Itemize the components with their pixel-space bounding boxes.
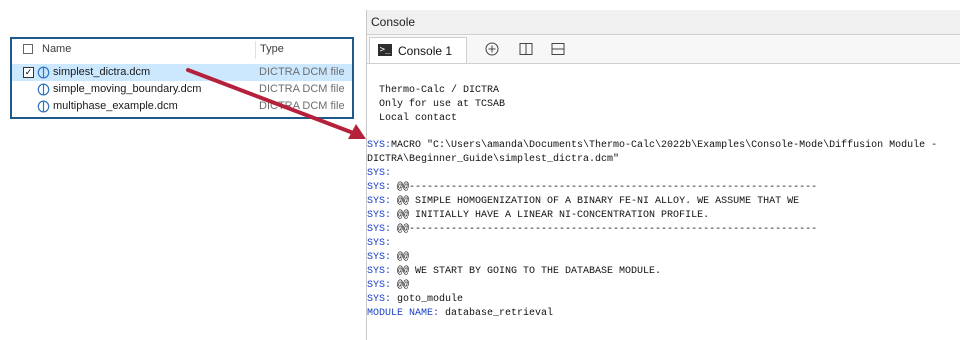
console-tab-bar: >_ Console 1 <box>367 35 960 64</box>
line-text: @@--------------------------------------… <box>391 182 818 193</box>
console-title-bar: Console <box>367 10 960 35</box>
sys-prefix: SYS: <box>367 182 392 193</box>
sys-prefix: SYS: <box>367 280 392 291</box>
console-line: SYS: @@ <box>367 279 409 292</box>
console-line: SYS: @@ WE START BY GOING TO THE DATABAS… <box>367 265 661 278</box>
line-text: @@ SIMPLE HOMOGENIZATION OF A BINARY FE-… <box>391 196 800 207</box>
console-line: SYS: goto_module <box>367 293 463 306</box>
file-row-simple-moving-boundary[interactable]: simple_moving_boundary.dcm DICTRA DCM fi… <box>12 81 352 98</box>
column-header-name[interactable]: Name <box>42 43 71 55</box>
file-type: DICTRA DCM file <box>259 66 345 78</box>
file-explorer: Name Type ✓ simplest_dictra.dcm DICTRA D… <box>10 37 354 119</box>
console-line: SYS: <box>367 237 391 250</box>
console-line: DICTRA\Beginner_Guide\simplest_dictra.dc… <box>367 153 619 166</box>
select-all-checkbox[interactable] <box>23 44 33 54</box>
sys-prefix: SYS: <box>367 196 392 207</box>
file-name: multiphase_example.dcm <box>53 100 178 112</box>
sys-prefix: SYS: <box>367 294 392 305</box>
file-checkbox[interactable]: ✓ <box>23 67 34 78</box>
explorer-header: Name Type <box>12 39 352 61</box>
console-line: SYS: @@ INITIALLY HAVE A LINEAR NI-CONCE… <box>367 209 709 222</box>
dcm-file-icon <box>37 83 50 96</box>
console-line: SYS: @@ <box>367 251 409 264</box>
line-text: @@ INITIALLY HAVE A LINEAR NI-CONCENTRAT… <box>391 210 710 221</box>
console-line: SYS:MACRO "C:\Users\amanda\Documents\The… <box>367 139 937 152</box>
module-name-prefix: MODULE NAME: <box>367 308 440 319</box>
file-row-multiphase-example[interactable]: multiphase_example.dcm DICTRA DCM file <box>12 98 352 115</box>
banner-line: Thermo-Calc / DICTRA <box>379 85 500 96</box>
file-type: DICTRA DCM file <box>259 83 345 95</box>
console-output[interactable]: Thermo-Calc / DICTRA Only for use at TCS… <box>367 64 960 340</box>
tab-label: Console 1 <box>398 44 453 58</box>
dcm-file-icon <box>37 100 50 113</box>
tab-console-1[interactable]: >_ Console 1 <box>369 37 467 63</box>
sys-prefix: SYS: <box>367 168 392 179</box>
line-text: database_retrieval <box>439 308 554 319</box>
line-text: goto_module <box>391 294 464 305</box>
split-horizontal-icon[interactable] <box>551 42 565 56</box>
console-line: SYS: @@---------------------------------… <box>367 181 817 194</box>
line-text: @@ WE START BY GOING TO THE DATABASE MOD… <box>391 266 662 277</box>
line-text: MACRO "C:\Users\amanda\Documents\Thermo-… <box>391 140 938 151</box>
line-text: DICTRA\Beginner_Guide\simplest_dictra.dc… <box>367 154 620 165</box>
console-line: SYS: <box>367 167 391 180</box>
sys-prefix: SYS: <box>367 238 392 249</box>
file-name: simple_moving_boundary.dcm <box>53 83 202 95</box>
console-window: Console >_ Console 1 Thermo-Calc / DICTR… <box>366 10 960 340</box>
column-header-type[interactable]: Type <box>260 43 284 55</box>
dcm-file-icon <box>37 66 50 79</box>
split-vertical-icon[interactable] <box>519 42 533 56</box>
file-name: simplest_dictra.dcm <box>53 66 151 78</box>
console-line: MODULE NAME: database_retrieval <box>367 307 553 320</box>
sys-prefix: SYS: <box>367 210 392 221</box>
sys-prefix: SYS: <box>367 266 392 277</box>
banner-line: Only for use at TCSAB <box>379 99 506 110</box>
console-line: SYS: @@ SIMPLE HOMOGENIZATION OF A BINAR… <box>367 195 799 208</box>
console-line: SYS: @@---------------------------------… <box>367 223 817 236</box>
sys-prefix: SYS: <box>367 252 392 263</box>
line-text: @@ <box>391 280 410 291</box>
line-text: @@ <box>391 252 410 263</box>
terminal-icon: >_ <box>378 44 392 56</box>
banner-line: Local contact <box>379 113 458 124</box>
add-console-icon[interactable] <box>485 42 499 56</box>
file-type: DICTRA DCM file <box>259 100 345 112</box>
sys-prefix: SYS: <box>367 140 392 151</box>
file-row-simplest-dictra[interactable]: ✓ simplest_dictra.dcm DICTRA DCM file <box>12 64 352 81</box>
column-divider[interactable] <box>255 41 256 59</box>
sys-prefix: SYS: <box>367 224 392 235</box>
line-text: @@--------------------------------------… <box>391 224 818 235</box>
